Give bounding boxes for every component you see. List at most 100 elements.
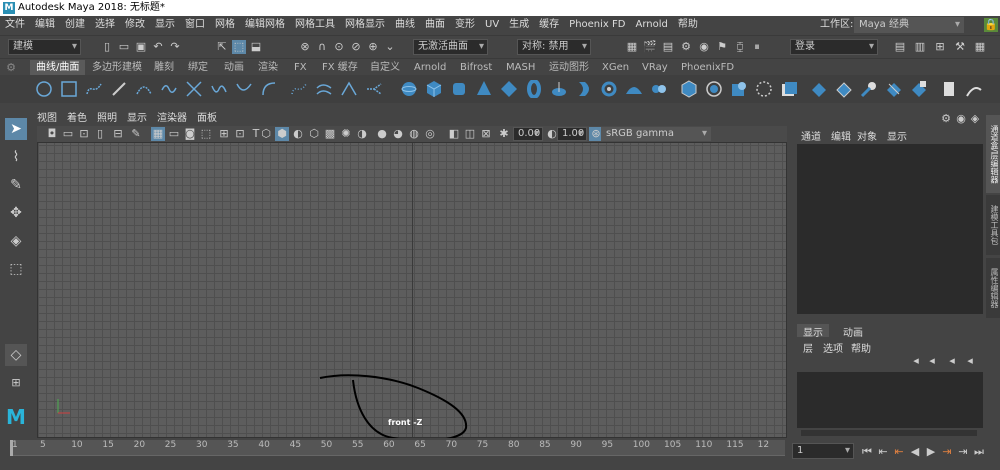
menu-item-mesh[interactable]: 网格 xyxy=(215,19,235,30)
time-slider[interactable]: 1 5 10 15 20 25 30 35 40 45 50 55 60 65 70 75 80 85 90 95 10… xyxy=(0,438,790,470)
shelf-tab-fx[interactable]: FX xyxy=(288,60,313,75)
step-back-key-icon[interactable]: ⇤ xyxy=(876,445,890,459)
select-component-icon[interactable]: ⬓ xyxy=(249,40,263,54)
layer-scrollbar[interactable] xyxy=(801,430,977,436)
go-to-end-icon[interactable]: ⏭ xyxy=(972,445,986,459)
menu-item-phoenix[interactable]: Phoenix FD xyxy=(569,19,625,30)
viewport-menu-view[interactable]: 视图 xyxy=(37,113,57,124)
viewport-menu-renderer[interactable]: 渲染器 xyxy=(157,113,187,124)
wireframe-on-shaded-icon[interactable]: ⬡ xyxy=(307,127,321,141)
select-hierarchy-icon[interactable]: ⇱ xyxy=(215,40,229,54)
trim-tool-icon[interactable] xyxy=(810,80,828,98)
field-chart-icon[interactable]: ⊞ xyxy=(217,127,231,141)
gamma-field[interactable]: 1.00 xyxy=(557,127,587,141)
menu-item-uv[interactable]: UV xyxy=(485,19,499,30)
xray-joints-icon[interactable]: ⊠ xyxy=(479,127,493,141)
attach-surface-icon[interactable] xyxy=(860,80,878,98)
select-object-icon[interactable]: ⬚ xyxy=(232,40,246,54)
shelf-tab-xgen[interactable]: XGen xyxy=(596,60,635,75)
play-forwards-icon[interactable]: ▶ xyxy=(924,445,938,459)
menu-item-deform[interactable]: 变形 xyxy=(455,19,475,30)
redo-icon[interactable]: ↷ xyxy=(168,40,182,54)
toggle-panel-icon[interactable]: ▤ xyxy=(893,40,907,54)
shelf-tab-phoenixfd[interactable]: PhoenixFD xyxy=(675,60,740,75)
toggle-icon[interactable]: ⧮ xyxy=(733,40,747,54)
open-close-surface-icon[interactable] xyxy=(910,80,928,98)
pause-icon[interactable]: ⏸ xyxy=(750,40,764,54)
anti-aliasing-icon[interactable]: ◍ xyxy=(407,127,421,141)
modeling-toolkit-icon[interactable]: ▥ xyxy=(913,40,927,54)
screen-space-ao-icon[interactable]: ● xyxy=(375,127,389,141)
snap-curve-icon[interactable]: ∩ xyxy=(315,40,329,54)
revolve-icon[interactable] xyxy=(550,80,568,98)
menu-item-modify[interactable]: 修改 xyxy=(125,19,145,30)
single-perspective-layout-icon[interactable]: ◇ xyxy=(5,344,27,366)
side-tab-attribute-editor[interactable]: 属性编辑器 xyxy=(986,258,1000,318)
shelf-tab-mash[interactable]: MASH xyxy=(500,60,541,75)
bezier-curve-icon[interactable] xyxy=(340,80,358,98)
new-layer-selected-icon[interactable]: ◂ xyxy=(963,354,977,368)
shelf-tab-arnold[interactable]: Arnold xyxy=(408,60,452,75)
channelbox-tab-channels[interactable]: 通道 xyxy=(801,128,821,143)
panel-icon-b[interactable]: ◉ xyxy=(955,112,967,126)
step-back-frame-icon[interactable]: ⇤ xyxy=(892,445,906,459)
bevel-plus-icon[interactable] xyxy=(680,80,698,98)
menu-set-dropdown[interactable]: 建模 xyxy=(8,39,81,55)
fillet-curve-icon[interactable] xyxy=(260,80,278,98)
rotate-tool-icon[interactable]: ◈ xyxy=(5,230,27,252)
nurbs-sphere-icon[interactable] xyxy=(400,80,418,98)
attribute-editor-icon[interactable]: ⊞ xyxy=(933,40,947,54)
menu-item-window[interactable]: 窗口 xyxy=(185,19,205,30)
lock-icon[interactable]: 🔒 xyxy=(984,18,998,32)
ipr-render-icon[interactable]: ▤ xyxy=(661,40,675,54)
planar-icon[interactable] xyxy=(600,80,618,98)
panel-icon-a[interactable]: ⚙ xyxy=(940,112,952,126)
menu-item-generate[interactable]: 生成 xyxy=(509,19,529,30)
lights-icon[interactable]: ✺ xyxy=(339,127,353,141)
shelf-tab-fx-caching[interactable]: FX 缓存 xyxy=(316,60,364,75)
snap-point-icon[interactable]: ⊙ xyxy=(332,40,346,54)
menu-item-edit[interactable]: 编辑 xyxy=(35,19,55,30)
sculpt-surface-icon[interactable] xyxy=(940,80,958,98)
layer-tab-display[interactable]: 显示 xyxy=(797,324,829,339)
offset-curve-icon[interactable] xyxy=(315,80,333,98)
arc-tool-icon[interactable] xyxy=(135,80,153,98)
menu-item-create[interactable]: 创建 xyxy=(65,19,85,30)
channelbox-tab-object[interactable]: 对象 xyxy=(857,128,877,143)
resolution-gate-icon[interactable]: ◙ xyxy=(183,127,197,141)
viewport-menu-lighting[interactable]: 照明 xyxy=(97,113,117,124)
live-surface-field[interactable]: 无激活曲面 xyxy=(413,39,488,55)
rebuild-curve-icon[interactable] xyxy=(290,80,308,98)
shelf-tab-sculpting[interactable]: 雕刻 xyxy=(148,60,180,75)
project-curve-icon[interactable] xyxy=(780,80,798,98)
menu-item-display[interactable]: 显示 xyxy=(155,19,175,30)
hypershade-icon[interactable]: ◉ xyxy=(697,40,711,54)
color-space-dropdown[interactable]: sRGB gamma xyxy=(601,127,711,141)
four-view-layout-icon[interactable]: ⊞ xyxy=(5,372,27,394)
layer-list[interactable] xyxy=(797,372,983,428)
select-tool-icon[interactable]: ➤ xyxy=(5,118,27,140)
camera-attributes-icon[interactable]: ▭ xyxy=(61,127,75,141)
detach-curve-icon[interactable] xyxy=(235,80,253,98)
default-material-icon[interactable]: ◐ xyxy=(291,127,305,141)
lasso-tool-icon[interactable]: ⌇ xyxy=(5,146,27,168)
shelf-tab-animation[interactable]: 动画 xyxy=(218,60,250,75)
shelf-tab-vray[interactable]: VRay xyxy=(636,60,674,75)
isolate-select-icon[interactable]: ◧ xyxy=(447,127,461,141)
channel-box-icon[interactable]: ▦ xyxy=(973,40,987,54)
shelf-tab-bifrost[interactable]: Bifrost xyxy=(454,60,498,75)
shelf-tab-rendering[interactable]: 渲染 xyxy=(252,60,284,75)
current-frame-field[interactable]: 1 xyxy=(792,443,854,459)
symmetry-dropdown[interactable]: 对称: 禁用 xyxy=(517,39,591,55)
safe-action-icon[interactable]: ⊡ xyxy=(233,127,247,141)
panel-icon-c[interactable]: ◈ xyxy=(969,112,981,126)
grease-pencil-icon[interactable]: ✎ xyxy=(129,127,143,141)
channelbox-tab-show[interactable]: 显示 xyxy=(887,128,907,143)
new-scene-icon[interactable]: ▯ xyxy=(100,40,114,54)
workspace-dropdown[interactable]: Maya 经典 xyxy=(854,17,964,33)
menu-item-help[interactable]: 帮助 xyxy=(678,19,698,30)
nurbs-square-icon[interactable] xyxy=(60,80,78,98)
stitch-icon[interactable] xyxy=(965,80,983,98)
snap-live-icon[interactable]: ⊕ xyxy=(366,40,380,54)
untrim-icon[interactable] xyxy=(835,80,853,98)
